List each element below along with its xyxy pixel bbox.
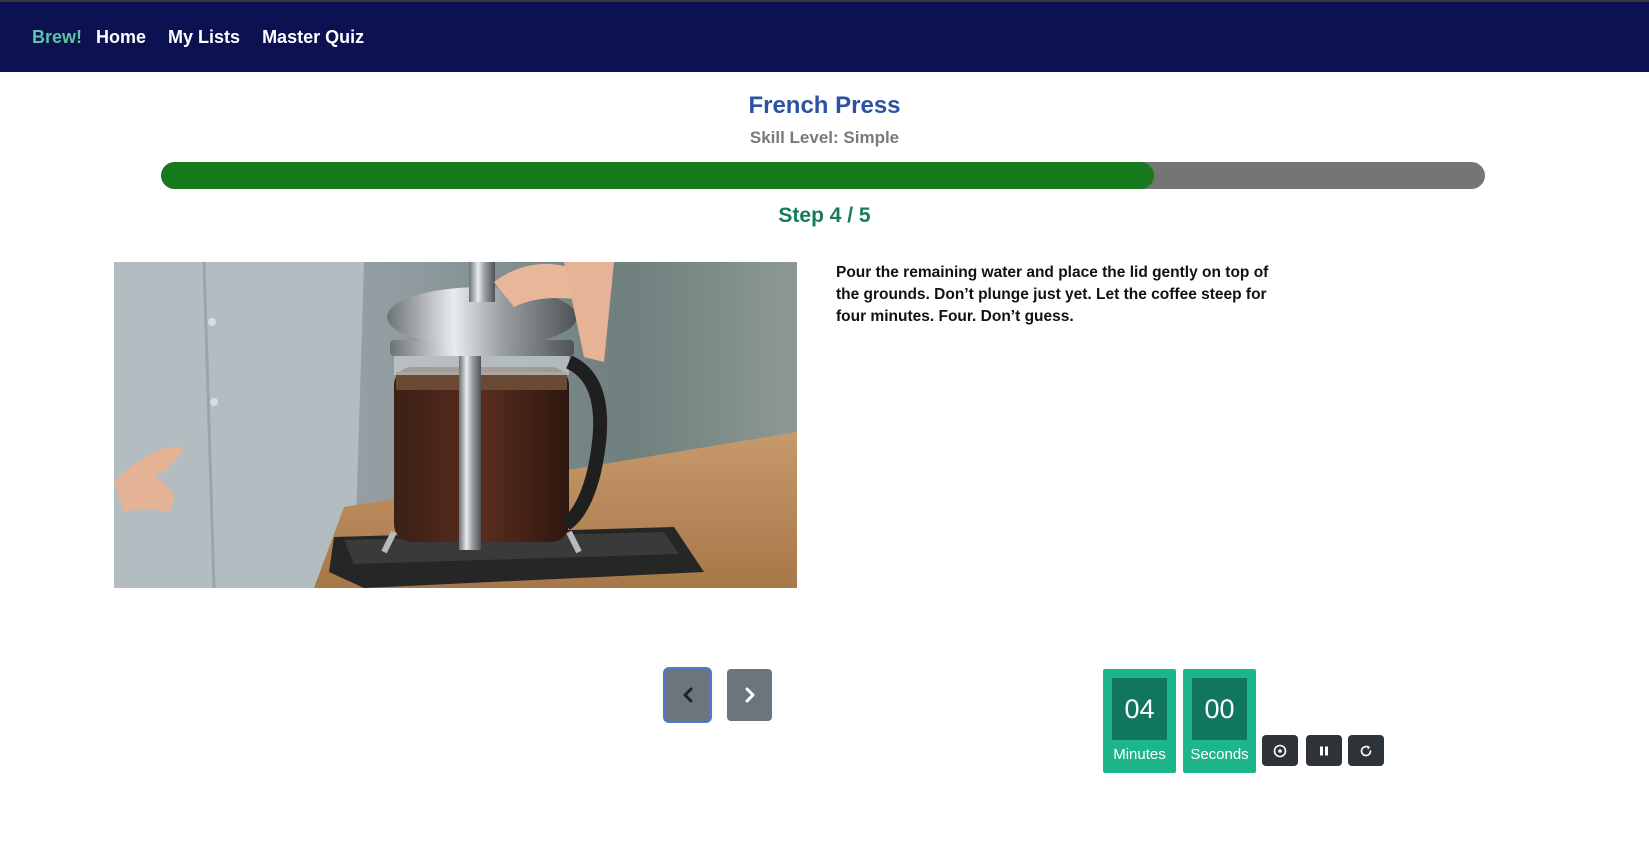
timer-minutes: 04 Minutes bbox=[1103, 669, 1176, 773]
timer-seconds-label: Seconds bbox=[1190, 746, 1249, 763]
chevron-right-icon bbox=[745, 687, 754, 703]
pause-icon bbox=[1320, 746, 1328, 755]
brand-logo[interactable]: Brew! bbox=[32, 27, 82, 48]
timer-pause-button[interactable] bbox=[1306, 735, 1342, 766]
progress-bar bbox=[161, 162, 1485, 189]
progress-bar-fill bbox=[161, 162, 1154, 189]
timer-reset-button[interactable] bbox=[1348, 735, 1384, 766]
chevron-left-icon bbox=[683, 687, 692, 703]
navbar: Brew! Home My Lists Master Quiz bbox=[0, 2, 1649, 72]
step-instructions: Pour the remaining water and place the l… bbox=[836, 264, 1269, 325]
nav-link-home[interactable]: Home bbox=[96, 27, 146, 48]
reset-icon bbox=[1360, 745, 1372, 756]
skill-level: Skill Level: Simple bbox=[749, 128, 900, 147]
next-step-button[interactable] bbox=[727, 669, 772, 721]
timer-minutes-label: Minutes bbox=[1113, 746, 1166, 763]
timer-start-button[interactable] bbox=[1262, 735, 1298, 766]
nav-link-my-lists[interactable]: My Lists bbox=[168, 27, 240, 48]
recipe-title: French Press bbox=[748, 92, 901, 119]
step-photo bbox=[114, 262, 797, 588]
nav-link-master-quiz[interactable]: Master Quiz bbox=[262, 27, 364, 48]
previous-step-button[interactable] bbox=[665, 669, 710, 721]
timer-seconds: 00 Seconds bbox=[1183, 669, 1256, 773]
timer-seconds-value: 00 bbox=[1192, 678, 1247, 740]
play-circle-icon bbox=[1273, 744, 1287, 757]
timer-minutes-value: 04 bbox=[1112, 678, 1167, 740]
step-indicator: Step 4 / 5 bbox=[778, 204, 871, 227]
